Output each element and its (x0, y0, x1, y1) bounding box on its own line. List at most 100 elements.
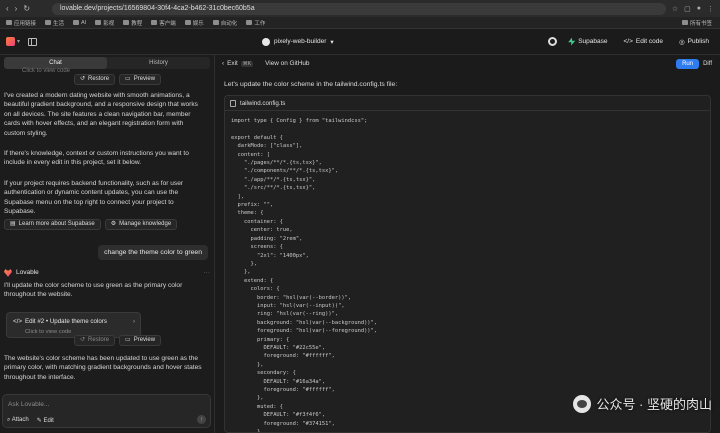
lovable-logo-icon[interactable] (6, 37, 15, 46)
reload-icon[interactable]: ↻ (23, 4, 30, 13)
more-icon[interactable]: ··· (204, 268, 211, 277)
watermark-text: 公众号 · 坚硬的肉山 (596, 397, 712, 412)
assistant-summary: The website's color scheme has been upda… (4, 355, 202, 381)
supabase-button[interactable]: Supabase (563, 34, 612, 49)
code-line: muted: { (231, 403, 283, 410)
globe-icon: ◎ (679, 38, 685, 46)
code-line: darkMode: ["class"], (231, 143, 303, 150)
faded-view-code[interactable]: Click to view code (22, 67, 70, 76)
bookmark-item[interactable]: 工作 (246, 19, 265, 27)
browser-toolbar: ‹ › ↻ lovable.dev/projects/16569804-30f4… (0, 0, 720, 17)
browser-nav: ‹ › ↻ (0, 4, 52, 13)
user-message: change the theme color to green (98, 245, 208, 261)
code-line: }, (231, 260, 257, 267)
sidebar-toggle-icon[interactable] (28, 37, 38, 46)
code-line: foreground: "#ffffff", (231, 353, 335, 360)
restore-icon: ↺ (80, 336, 86, 343)
bookmark-item[interactable]: 娱乐 (184, 19, 204, 27)
code-line: background: "hsl(var(--background))", (231, 319, 378, 326)
code-line: export default { (231, 134, 283, 141)
chat-panel: Chat History Click to view code ↺ Restore… (0, 55, 215, 433)
forward-icon[interactable]: › (15, 4, 18, 13)
bookmark-item[interactable]: 教程 (123, 19, 142, 27)
wechat-icon (573, 394, 592, 413)
chevron-left-icon: ‹ (222, 60, 225, 67)
edit-code-button[interactable]: </> Edit code (618, 34, 668, 49)
code-line: secondary: { (231, 370, 296, 377)
code-line: theme: { (231, 210, 264, 217)
edit-card-title: Edit #2 • Update theme colors (24, 318, 107, 325)
restore-button[interactable]: ↺ Restore (74, 74, 116, 85)
supabase-message: If your project requires backend functio… (4, 180, 184, 216)
chat-input[interactable] (8, 398, 198, 410)
code-line: screens: { (231, 244, 283, 251)
code-line: content: [ (231, 151, 270, 158)
code-line: "./components/**/*.{ts,tsx}", (231, 168, 339, 175)
project-selector[interactable]: pixely-web-builder ▾ (262, 37, 334, 46)
address-bar[interactable]: lovable.dev/projects/16569804-30f4-4ca2-… (52, 2, 666, 15)
view-github-button[interactable]: View on GitHub (265, 60, 309, 67)
project-name: pixely-web-builder (274, 38, 327, 45)
code-line: foreground: "hsl(var(--foreground))", (231, 328, 378, 335)
folder-icon (73, 20, 80, 25)
code-line: import type { Config } from "tailwindcss… (231, 118, 368, 124)
preview-icon: ▭ (125, 336, 131, 343)
bookmark-item[interactable]: 影视 (95, 19, 114, 27)
diff-button[interactable]: Diff (703, 61, 712, 67)
code-line: }, (231, 269, 251, 276)
back-icon[interactable]: ‹ (6, 4, 9, 13)
tab-history[interactable]: History (107, 57, 210, 69)
code-card: tailwind.config.ts import type { Config … (224, 95, 711, 433)
chat-input-box: ⌕ Attach ✎ Edit ↑ (2, 394, 211, 428)
bookmark-item[interactable]: 应用链接 (6, 19, 36, 27)
code-intro: Let's update the color scheme in the tai… (224, 81, 398, 88)
bookmark-item[interactable]: AI (73, 20, 86, 26)
folder-icon (212, 20, 219, 25)
folder-icon (184, 20, 191, 25)
star-icon[interactable]: ☆ (672, 5, 678, 13)
run-button[interactable]: Run (676, 58, 700, 69)
code-line: foreground: "#ffffff", (231, 387, 335, 393)
code-line: padding: "2rem", (231, 235, 303, 242)
learn-supabase-button[interactable]: ▤ Learn more about Supabase (4, 219, 101, 230)
bookmark-item[interactable]: 生活 (45, 19, 64, 27)
edit-button[interactable]: ✎ Edit (37, 417, 54, 424)
publish-button[interactable]: ◎ Publish (674, 34, 714, 49)
all-bookmarks[interactable]: 所有书签 (681, 19, 720, 27)
gear-icon[interactable] (548, 37, 558, 46)
supabase-icon (568, 37, 576, 46)
menu-icon[interactable]: ⋮ (707, 5, 714, 13)
preview-button[interactable]: ▭ Preview (119, 335, 162, 346)
knowledge-message: If there's knowledge, context or custom … (4, 150, 189, 167)
bookmark-item[interactable]: 自动化 (212, 19, 237, 27)
exit-button[interactable]: ‹ Exit ⌘K (222, 60, 254, 67)
code-line: "./src/**/*.{ts,tsx}", (231, 185, 316, 192)
code-toolbar: ‹ Exit ⌘K View on GitHub Run Diff (216, 55, 720, 72)
preview-icon: ▭ (125, 75, 131, 82)
extension-icon[interactable]: ▢ (684, 5, 691, 13)
code-line: "./pages/**/*.{ts,tsx}", (231, 160, 322, 167)
bookmark-item[interactable]: 客户端 (151, 19, 176, 27)
restore-button[interactable]: ↺ Restore (74, 335, 116, 346)
code-line: colors: { (231, 286, 280, 293)
code-pane: ‹ Exit ⌘K View on GitHub Run Diff Let's up… (216, 55, 720, 433)
watermark: 公众号 · 坚硬的肉山 (573, 394, 712, 413)
code-line: }, (231, 361, 264, 368)
send-icon[interactable]: ↑ (197, 415, 206, 424)
attach-button[interactable]: ⌕ Attach (7, 417, 29, 424)
paperclip-icon: ⌕ (7, 417, 11, 423)
url-text: lovable.dev/projects/16569804-30f4-4ca2-… (60, 5, 255, 12)
lovable-heart-icon (4, 269, 12, 277)
code-line: foreground: "#374151", (231, 420, 335, 427)
code-line: }, (231, 395, 264, 402)
preview-button[interactable]: ▭ Preview (119, 74, 162, 85)
chevron-down-icon[interactable]: ▾ (17, 38, 20, 45)
code-line: DEFAULT: "#22c55e", (231, 344, 326, 351)
code-icon: </> (13, 318, 22, 325)
book-icon: ▤ (10, 220, 16, 227)
folder-icon (246, 20, 253, 25)
profile-icon[interactable]: ● (697, 5, 701, 13)
assistant-message: I've created a modern dating website wit… (4, 92, 198, 137)
manage-knowledge-button[interactable]: ⚙ Manage knowledge (104, 219, 178, 230)
